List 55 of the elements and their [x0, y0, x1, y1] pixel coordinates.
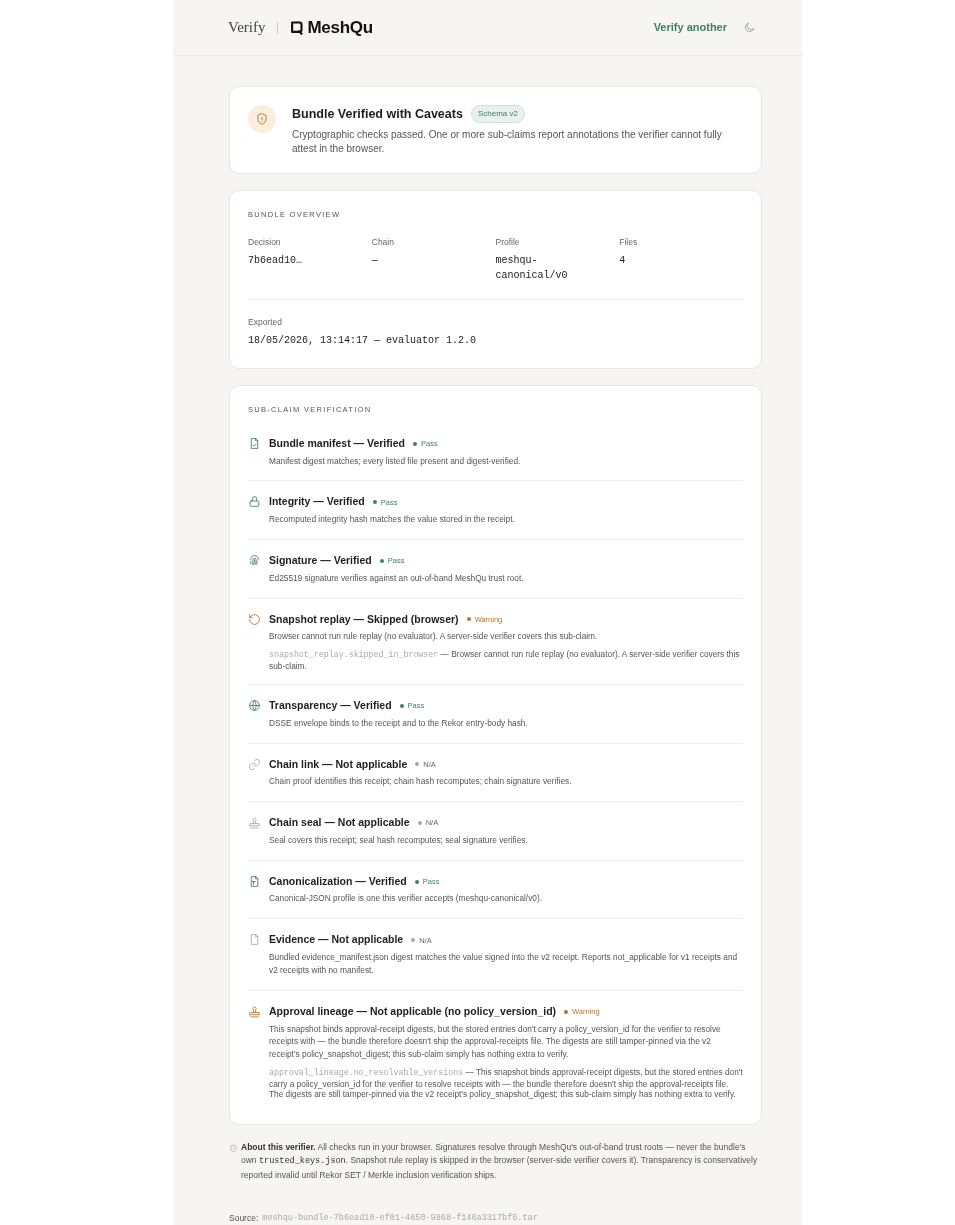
claim-title: Chain link — Not applicable [269, 756, 408, 772]
claim-detail: snapshot_replay.skipped_in_browser — Browser cannot run rule replay (no evaluator). A server-side verifier covers this sub-claim. [269, 649, 741, 671]
field-label: Exported [248, 315, 284, 329]
claim-title: Canonicalization — Verified [269, 873, 407, 889]
claim-title: Chain seal — Not applicable [269, 815, 410, 831]
claim-title: Evidence — Not applicable [269, 932, 404, 948]
claim-description: Manifest digest matches; every listed file present and digest-verified. [269, 454, 522, 468]
source-label: Source: [229, 1211, 259, 1225]
shield-icon [229, 1144, 238, 1154]
theme-toggle-button[interactable] [743, 21, 756, 34]
page-title: Verify [228, 18, 266, 38]
summary-description: Cryptographic checks passed. One or more sub-claims report annotations the verifier cannot fully attest in the browser. [292, 127, 723, 157]
field-value: 4 [619, 253, 627, 268]
claim-title: Snapshot replay — Skipped (browser) [269, 611, 459, 627]
field-value: 18/05/2026, 13:14:17 — evaluator 1.2.0 [248, 333, 478, 348]
chain-link-icon [248, 757, 261, 771]
claim-description: Seal covers this receipt; seal hash recomputes; seal signature verifies. [269, 833, 529, 847]
claim-title: Bundle manifest — Verified [269, 435, 405, 451]
claim-description: Bundled evidence_manifest.json digest matches the value signed into the v2 receipt. Reports not_applicable for v1 receipts and v2 receipts with no manifest. [269, 951, 739, 977]
field-value: 7b6ead10… [248, 253, 303, 268]
verify-another-link[interactable]: Verify another [653, 19, 727, 36]
rotate-arrow-icon [248, 612, 261, 626]
stamp-icon [248, 816, 261, 830]
claim-title: Transparency — Verified [269, 697, 392, 713]
claim-title: Signature — Verified [269, 552, 372, 568]
claim-description: This snapshot binds approval-receipt digests, but the stored entries don't carry a policy_version_id for the verifier to resolve receipts with — the bundle therefore doesn't ship the approval-receipts file. The digests are still tamper-pinned via the v2 receipt's policy_snapshot_digest; this sub-claim simply has nothing extra to verify. [269, 1022, 722, 1062]
field-label: Chain [371, 236, 395, 249]
field-label: Decision [248, 236, 282, 249]
claim-detail: approval_lineage.no_resolvable_versions — This snapshot binds approval-receipt digests, but the stored entries don't carry a policy_version_id for the verifier to resolve receipts with — the bundle therefore doesn't ship the approval-receipts file. The digests are still tamper-pinned via the v2 receipt's policy_snapshot_digest; this sub-claim simply has nothing extra to verify. [269, 1067, 743, 1100]
claim-title: Approval lineage — Not applicable (no policy_version_id) [269, 1003, 557, 1019]
claim-description: Recomputed integrity hash matches the value stored in the receipt. [269, 513, 516, 526]
document-code-icon [248, 874, 261, 888]
stamp-icon [248, 1004, 261, 1018]
claim-description: Chain proof identifies this receipt; chain hash recomputes; chain signature verifies. [269, 775, 573, 789]
claim-title: Integrity — Verified [269, 494, 365, 510]
globe-icon [248, 698, 261, 712]
lock-icon [248, 495, 261, 509]
claim-description: Browser cannot run rule replay (no evaluator). A server-side verifier covers this sub-claim. [269, 630, 599, 644]
claim-description: Ed25519 signature verifies against an out-of-band MeshQu trust root. [269, 571, 525, 585]
shield-alert-icon [248, 105, 276, 133]
logo-icon [288, 20, 304, 35]
field-label: Files [619, 236, 639, 249]
brand-logo: MeshQu [288, 14, 373, 41]
about-text: About this verifier. All checks run in your browser. Signatures resolve through MeshQu's out-of-band trust roots — never the bundle's own trusted_keys.json. Snapshot rule replay is skipped in the browser (server-side verifier covers it). Transparency is conservatively reported invalid until Rekor SET / Merkle inclusion verification ships. [241, 1141, 759, 1182]
summary-title: Bundle Verified with Caveats [292, 106, 463, 123]
field-value: — [371, 253, 379, 268]
field-value: meshqu-canonical/v0 [495, 253, 569, 283]
schema-badge: Schema v2 [470, 105, 525, 124]
document-check-icon [248, 436, 261, 450]
fingerprint-icon [248, 553, 261, 567]
claim-description: Canonical-JSON profile is one this verifier accepts (meshqu-canonical/v0). [269, 892, 543, 906]
field-label: Profile [495, 236, 521, 249]
source-filename: meshqu-bundle-7b6ead10-ef01-4650-9868-f146a3317bf6.tar [262, 1211, 538, 1225]
claim-description: DSSE envelope binds to the receipt and to the Rekor entry-body hash. [269, 716, 529, 730]
document-icon [248, 933, 261, 947]
